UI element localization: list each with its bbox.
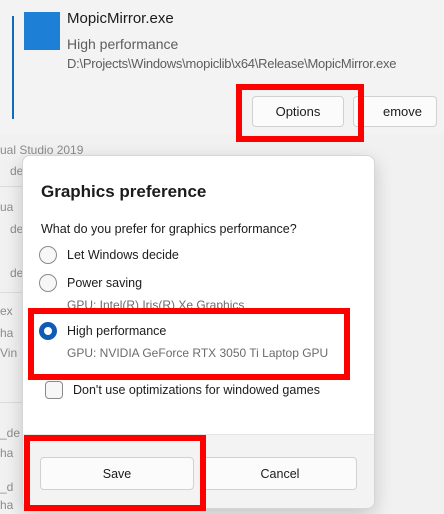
app-entry-card[interactable]: MopicMirror.exe High performance D:\Proj… <box>0 0 444 134</box>
list-item: _d <box>0 480 14 494</box>
remove-button-label: emove <box>382 104 422 119</box>
list-item: ua <box>0 200 14 214</box>
app-icon <box>24 12 60 50</box>
checkbox[interactable] <box>45 381 63 399</box>
app-path: D:\Projects\Windows\mopiclib\x64\Release… <box>67 56 397 71</box>
options-button[interactable]: Options <box>252 96 344 127</box>
cancel-button[interactable]: Cancel <box>203 457 357 490</box>
graphics-preference-dialog: Graphics preference What do you prefer f… <box>22 155 375 509</box>
option-label: Power saving <box>67 276 143 290</box>
selection-accent-bar <box>12 16 14 119</box>
list-item: ha <box>0 498 14 512</box>
option-label: High performance <box>67 324 167 338</box>
checkbox-label: Don't use optimizations for windowed gam… <box>73 383 320 397</box>
remove-button[interactable]: emove <box>353 96 437 127</box>
list-item: _de <box>0 426 21 440</box>
list-item: ha <box>0 326 14 340</box>
app-graphics-mode: High performance <box>67 36 179 52</box>
windowed-games-option[interactable]: Don't use optimizations for windowed gam… <box>45 381 320 399</box>
radio-button[interactable] <box>39 246 57 264</box>
app-name: MopicMirror.exe <box>67 10 174 27</box>
dialog-title: Graphics preference <box>41 182 207 201</box>
dialog-footer: Save Cancel <box>23 434 374 508</box>
high-performance-gpu: GPU: NVIDIA GeForce RTX 3050 Ti Laptop G… <box>67 346 329 360</box>
option-let-windows-decide[interactable]: Let Windows decide <box>39 246 179 264</box>
list-item: Vin <box>0 346 18 360</box>
option-power-saving[interactable]: Power saving <box>39 274 142 292</box>
dialog-question: What do you prefer for graphics performa… <box>41 222 297 236</box>
save-button[interactable]: Save <box>40 457 194 490</box>
list-item: ha <box>0 446 14 460</box>
power-saving-gpu: GPU: Intel(R) Iris(R) Xe Graphics <box>67 298 245 312</box>
radio-button-selected[interactable] <box>39 322 57 340</box>
option-label: Let Windows decide <box>67 248 179 262</box>
radio-button[interactable] <box>39 274 57 292</box>
option-high-performance[interactable]: High performance <box>39 322 166 340</box>
list-item: ex <box>0 304 13 318</box>
